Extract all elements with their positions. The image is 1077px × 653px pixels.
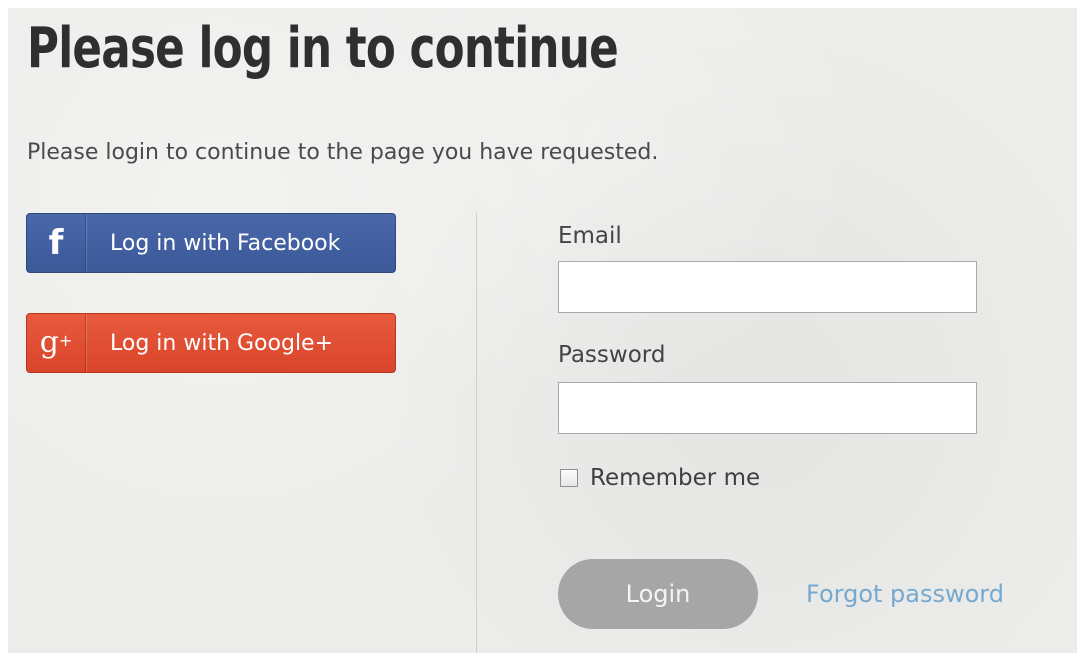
remember-me-toggle[interactable]: Remember me: [560, 465, 760, 491]
google-login-button[interactable]: g+ Log in with Google+: [26, 313, 396, 373]
email-label: Email: [558, 223, 622, 249]
vertical-divider: [476, 213, 477, 653]
facebook-login-button[interactable]: f Log in with Facebook: [26, 213, 396, 273]
remember-me-checkbox[interactable]: [560, 469, 578, 487]
forgot-password-link[interactable]: Forgot password: [806, 579, 1004, 609]
login-button[interactable]: Login: [558, 559, 758, 629]
email-field[interactable]: [558, 261, 977, 313]
page-title: Please log in to continue: [27, 16, 619, 81]
password-label: Password: [558, 342, 666, 368]
google-plus-icon-glyph: g+: [39, 325, 73, 360]
google-login-label: Log in with Google+: [110, 330, 334, 356]
facebook-icon-glyph: f: [48, 223, 64, 263]
remember-me-label: Remember me: [590, 465, 761, 491]
google-plus-icon: g+: [27, 314, 86, 372]
password-field[interactable]: [558, 382, 977, 434]
facebook-icon: f: [27, 214, 86, 272]
facebook-login-label: Log in with Facebook: [110, 230, 341, 256]
page-subtitle: Please login to continue to the page you…: [27, 140, 659, 165]
